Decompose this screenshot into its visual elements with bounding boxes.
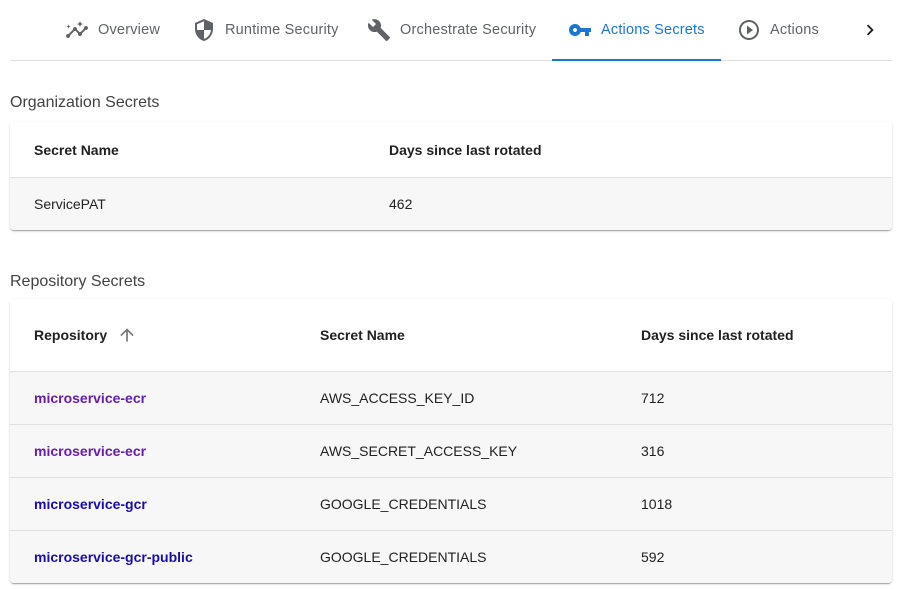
secret-name-cell: AWS_ACCESS_KEY_ID	[320, 390, 475, 406]
table-header-row: Repository Secret Name Days since last r…	[10, 299, 892, 372]
column-header-days: Days since last rotated	[389, 141, 542, 158]
arrow-up-icon[interactable]	[117, 325, 137, 345]
column-header-secret-name: Secret Name	[320, 327, 405, 343]
days-cell: 1018	[641, 496, 673, 512]
table-header-row: Secret Name Days since last rotated	[10, 122, 892, 178]
table-row: microservice-ecr AWS_ACCESS_KEY_ID 712	[10, 372, 892, 425]
table-row: microservice-gcr-public GOOGLE_CREDENTIA…	[10, 531, 892, 583]
wrench-icon	[367, 19, 390, 41]
tab-runtime-security[interactable]: Runtime Security	[192, 0, 339, 60]
key-icon	[569, 24, 591, 36]
tab-label: Runtime Security	[225, 22, 339, 38]
tab-orchestrate-security[interactable]: Orchestrate Security	[367, 0, 536, 60]
column-header-days: Days since last rotated	[641, 327, 794, 343]
table-row: microservice-ecr AWS_SECRET_ACCESS_KEY 3…	[10, 425, 892, 478]
column-header-secret-name: Secret Name	[34, 141, 119, 158]
active-tab-indicator	[552, 59, 721, 61]
days-cell: 316	[641, 443, 665, 459]
tab-overview[interactable]: Overview	[65, 0, 160, 60]
days-cell: 592	[641, 549, 665, 565]
days-cell: 462	[389, 196, 413, 212]
tab-actions-secrets[interactable]: Actions Secrets	[568, 0, 705, 60]
table-row: ServicePAT 462	[10, 178, 892, 230]
chevron-right-icon	[866, 24, 874, 36]
repository-link[interactable]: microservice-ecr	[34, 443, 146, 459]
repository-link[interactable]: microservice-gcr-public	[34, 549, 193, 565]
tab-label: Overview	[98, 22, 161, 38]
play-circle-icon	[739, 20, 759, 40]
tab-label: Actions	[770, 22, 819, 38]
table-row: microservice-gcr GOOGLE_CREDENTIALS 1018	[10, 478, 892, 531]
repository-link[interactable]: microservice-ecr	[34, 390, 146, 406]
analytics-icon	[66, 21, 88, 38]
org-secrets-table: Secret Name Days since last rotated Serv…	[10, 122, 892, 230]
shield-icon	[195, 19, 213, 41]
tab-label: Actions Secrets	[601, 22, 705, 38]
secret-name-cell: GOOGLE_CREDENTIALS	[320, 496, 487, 512]
secret-name-cell: AWS_SECRET_ACCESS_KEY	[320, 443, 518, 459]
tab-actions[interactable]: Actions	[737, 0, 819, 60]
days-cell: 712	[641, 390, 665, 406]
repo-secrets-table: Repository Secret Name Days since last r…	[10, 299, 892, 583]
tabs-scroll-right-button[interactable]	[856, 12, 884, 48]
column-header-repository[interactable]: Repository	[34, 299, 137, 371]
org-secrets-title: Organization Secrets	[10, 94, 160, 111]
column-header-label: Repository	[34, 327, 108, 343]
repo-secrets-title: Repository Secrets	[10, 273, 146, 290]
tab-label: Orchestrate Security	[400, 22, 537, 38]
secret-name-cell: GOOGLE_CREDENTIALS	[320, 549, 487, 565]
tab-bar: Overview Runtime Security Orchestrate Se…	[10, 0, 892, 61]
repository-link[interactable]: microservice-gcr	[34, 496, 147, 512]
secret-name-cell: ServicePAT	[34, 196, 106, 212]
